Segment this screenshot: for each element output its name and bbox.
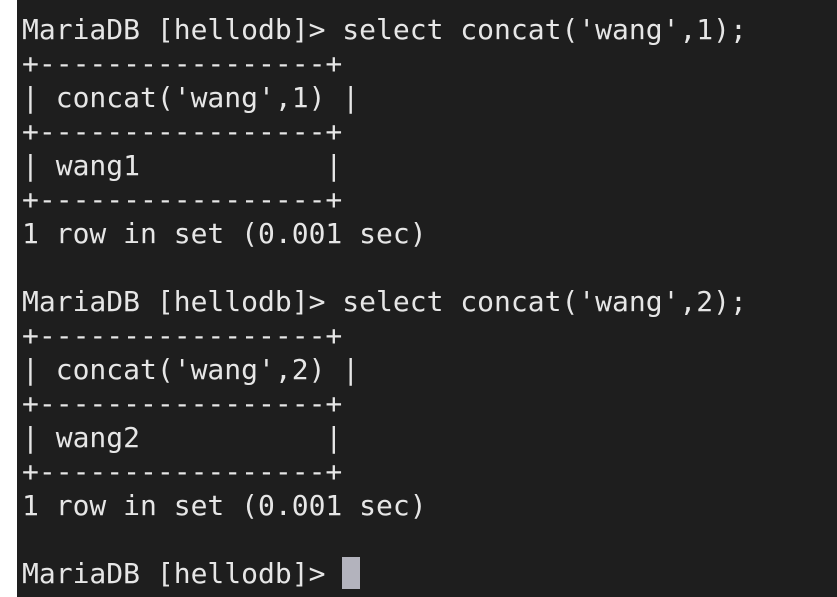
terminal-line-6: +-----------------+: [22, 183, 343, 216]
terminal-window[interactable]: MariaDB [hellodb]> select concat('wang',…: [17, 0, 837, 597]
terminal-line-15: 1 row in set (0.001 sec): [22, 489, 427, 522]
terminal-line-10: +-----------------+: [22, 319, 343, 352]
terminal-line-4: +-----------------+: [22, 115, 343, 148]
terminal-line-1: MariaDB [hellodb]> select concat('wang',…: [22, 13, 747, 46]
terminal-line-13: | wang2 |: [22, 421, 343, 454]
terminal-line-8: [17, 251, 837, 285]
terminal-line-7: 1 row in set (0.001 sec): [22, 217, 427, 250]
terminal-line-11: | concat('wang',2) |: [22, 353, 360, 386]
terminal-prompt-line[interactable]: MariaDB [hellodb]>: [17, 557, 837, 591]
prompt-text: MariaDB [hellodb]>: [22, 557, 343, 590]
terminal-line-2: +-----------------+: [22, 47, 343, 80]
terminal-line-12: +-----------------+: [22, 387, 343, 420]
terminal-line-16: [17, 523, 837, 557]
terminal-line-3: | concat('wang',1) |: [22, 81, 360, 114]
terminal-line-5: | wang1 |: [22, 149, 343, 182]
text-cursor: [342, 557, 361, 589]
terminal-line-14: +-----------------+: [22, 455, 343, 488]
terminal-line-9: MariaDB [hellodb]> select concat('wang',…: [22, 285, 747, 318]
